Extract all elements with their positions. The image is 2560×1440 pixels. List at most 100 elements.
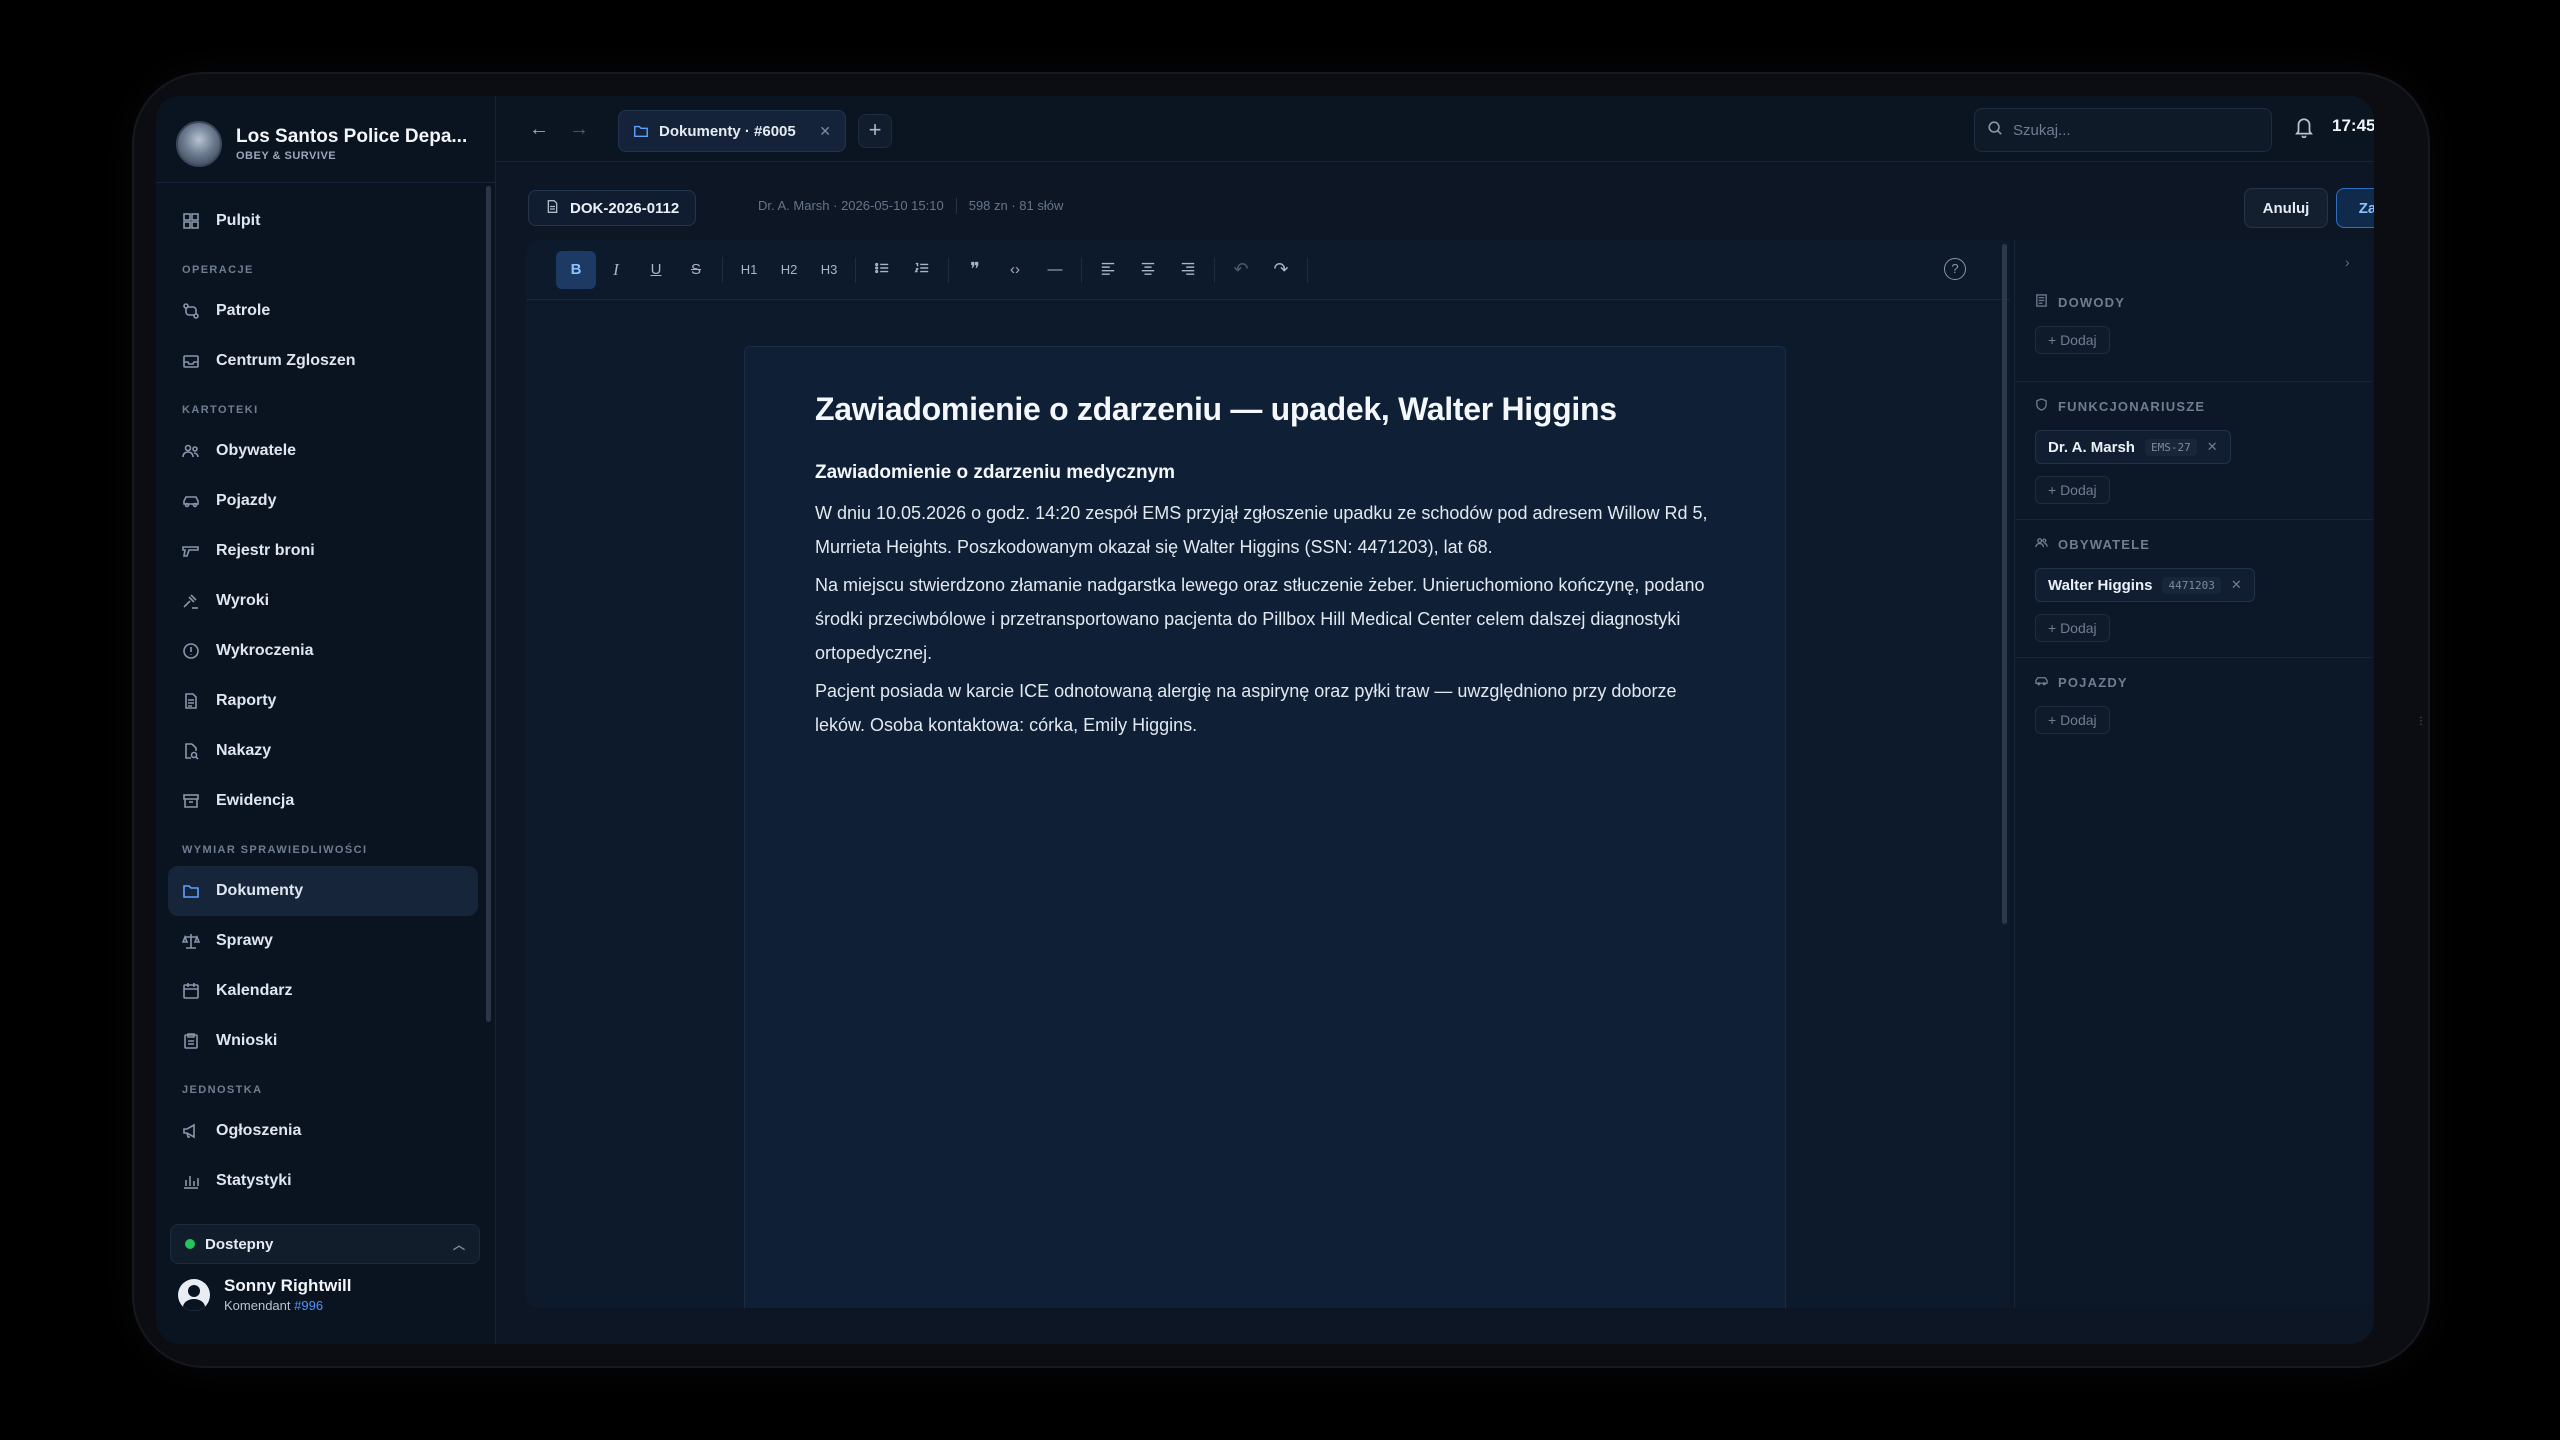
document-paragraph[interactable]: Pacjent posiada w karcie ICE odnotowaną … [815,674,1715,742]
linked-records-panel: › DOWODY + Dodaj FUNKCJONARIUSZE Dr. A. … [2014,240,2373,1308]
status-label: Dostepny [205,1235,274,1253]
document-page[interactable]: Zawiadomienie o zdarzeniu — upadek, Walt… [744,346,1786,1308]
sidebar-item-raporty[interactable]: Raporty [168,676,478,726]
sidebar-item-ogloszenia[interactable]: Ogłoszenia [168,1106,478,1156]
sidebar-item-nakazy[interactable]: Nakazy [168,726,478,776]
sidebar-item-centrum[interactable]: Centrum Zgloszen [168,336,478,386]
remove-icon[interactable]: ✕ [2207,439,2218,455]
add-evidence-button[interactable]: + Dodaj [2035,326,2110,354]
sidebar-item-label: Wykroczenia [216,642,314,659]
sidebar-item-wykroczenia[interactable]: Wykroczenia [168,626,478,676]
sidebar-item-pulpit[interactable]: Pulpit [168,196,478,246]
bullet-list-button[interactable] [862,251,902,289]
sidebar-item-pojazdy[interactable]: Pojazdy [168,476,478,526]
horizontal-rule-button[interactable]: — [1035,251,1075,289]
user-profile[interactable]: Sonny Rightwill Komendant #996 [178,1276,352,1313]
sidebar-item-rejestr-broni[interactable]: Rejestr broni [168,526,478,576]
user-name: Sonny Rightwill [224,1276,352,1295]
strikethrough-button[interactable]: S [676,251,716,289]
tab-document[interactable]: Dokumenty · #6005 ✕ [618,110,846,152]
brand[interactable]: Los Santos Police Depa... OBEY & SURVIVE [176,116,476,172]
sidebar-item-patrole[interactable]: Patrole [168,286,478,336]
officer-icon [2035,398,2048,414]
code-button[interactable]: ‹› [995,251,1035,289]
save-document-button[interactable]: Zapisz dokument [2336,188,2374,228]
search-input[interactable] [2013,121,2243,139]
bell-icon[interactable] [2294,116,2316,140]
sidebar-item-statystyki[interactable]: Statystyki [168,1156,478,1206]
heading3-button[interactable]: H3 [809,251,849,289]
clipboard-icon [182,1032,200,1050]
sidebar-item-sprawy[interactable]: Sprawy [168,916,478,966]
officer-chip[interactable]: Dr. A. Marsh EMS-27 ✕ [2035,430,2231,464]
sidebar-item-ewidencja[interactable]: Ewidencja [168,776,478,826]
add-officer-button[interactable]: + Dodaj [2035,476,2110,504]
undo-button[interactable]: ↶ [1221,251,1261,289]
quote-button[interactable]: ❞ [955,251,995,289]
heading1-button[interactable]: H1 [729,251,769,289]
inbox-icon [182,352,200,370]
avatar [178,1278,210,1311]
document-subtitle[interactable]: Zawiadomienie o zdarzeniu medycznym [815,462,1715,484]
app-screen: Los Santos Police Depa... OBEY & SURVIVE… [156,96,2374,1344]
brand-subtitle: OBEY & SURVIVE [236,150,337,162]
align-left-button[interactable] [1088,251,1128,289]
sidebar-scrollbar[interactable] [486,186,491,1022]
document-header: DOK-2026-0112 Dr. A. Marsh · 2026-05-10 … [524,180,2374,236]
editor-scrollbar[interactable] [2002,244,2007,924]
redo-button[interactable]: ↷ [1261,251,1301,289]
align-left-icon [1100,260,1116,280]
underline-button[interactable]: U [636,251,676,289]
document-paragraph[interactable]: W dniu 10.05.2026 o godz. 14:20 zespół E… [815,496,1715,564]
top-bar: ← → Dokumenty · #6005 ✕ + 17:45 [496,96,2374,162]
sidebar-item-obywatele[interactable]: Obywatele [168,426,478,476]
chevron-right-icon[interactable]: › [2345,254,2350,270]
sidebar-item-kalendarz[interactable]: Kalendarz [168,966,478,1016]
gavel-icon [182,592,200,610]
section-heading: OBYWATELE [2035,532,2353,556]
citizen-chip[interactable]: Walter Higgins 4471203 ✕ [2035,568,2255,602]
section-heading: POJAZDY [2035,670,2353,694]
users-icon [2035,536,2048,552]
align-center-button[interactable] [1128,251,1168,289]
car-icon [2035,674,2048,690]
car-icon [182,492,200,510]
file-text-icon [182,692,200,710]
document-stats: 598 zn · 81 słów [968,198,1064,213]
department-logo [176,121,222,167]
numbered-list-button[interactable] [902,251,942,289]
align-right-icon [1180,260,1196,280]
italic-button[interactable]: I [596,251,636,289]
sidebar-item-dokumenty[interactable]: Dokumenty [168,866,478,916]
bold-button[interactable]: B [556,250,596,289]
sidebar-item-label: Ogłoszenia [216,1122,302,1139]
sidebar-item-wyroki[interactable]: Wyroki [168,576,478,626]
document-author-date: Dr. A. Marsh · 2026-05-10 15:10 [758,198,944,213]
section-funkcjonariusze: FUNKCJONARIUSZE Dr. A. Marsh EMS-27 ✕ + … [2015,382,2373,520]
document-paragraph[interactable]: Na miejscu stwierdzono złamanie nadgarst… [815,568,1715,670]
new-tab-button[interactable]: + [858,114,892,148]
chip-label: Dr. A. Marsh [2048,438,2135,456]
calendar-icon [182,982,200,1000]
section-title: FUNKCJONARIUSZE [2058,398,2206,414]
heading2-button[interactable]: H2 [769,251,809,289]
divider [156,182,496,183]
close-icon[interactable]: ✕ [819,123,831,140]
search-box[interactable] [1974,108,2272,152]
list-icon [874,260,890,280]
help-icon[interactable]: ? [1944,258,1966,280]
align-right-button[interactable] [1168,251,1208,289]
user-rank: Komendant [224,1298,291,1313]
cancel-button[interactable]: Anuluj [2244,188,2328,228]
back-arrow-icon[interactable]: ← [526,116,552,142]
alert-circle-icon [182,642,200,660]
clock: 17:45 [2332,116,2374,135]
add-vehicle-button[interactable]: + Dodaj [2035,706,2110,734]
remove-icon[interactable]: ✕ [2231,577,2242,593]
availability-selector[interactable]: Dostepny ︿ [170,1224,480,1264]
document-id: DOK-2026-0112 [570,199,680,217]
sidebar-item-wnioski[interactable]: Wnioski [168,1016,478,1066]
add-citizen-button[interactable]: + Dodaj [2035,614,2110,642]
forward-arrow-icon[interactable]: → [566,116,592,142]
document-title[interactable]: Zawiadomienie o zdarzeniu — upadek, Walt… [815,391,1715,428]
